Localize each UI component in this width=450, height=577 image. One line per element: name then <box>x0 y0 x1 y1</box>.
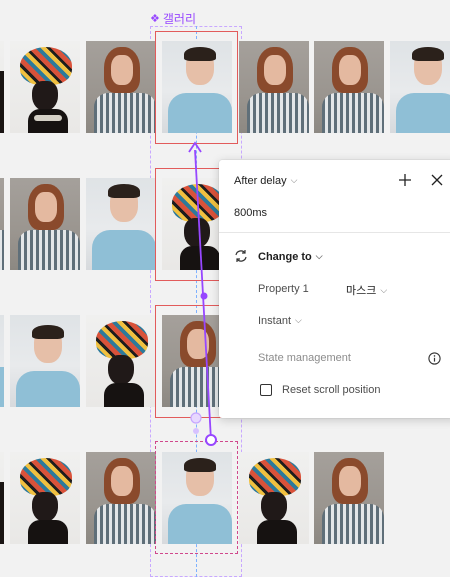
property-label: Property 1 <box>258 283 309 295</box>
close-panel-button[interactable] <box>428 171 446 189</box>
delay-input[interactable]: 800ms <box>234 207 267 219</box>
chevron-down-icon: ⌵ <box>295 315 302 325</box>
action-label: Change to <box>258 251 312 263</box>
property-value: 마스크 <box>346 285 377 297</box>
connection-handle <box>205 434 217 446</box>
chevron-down-icon: ⌵ <box>315 251 323 261</box>
plus-icon <box>399 174 411 186</box>
animation-dropdown[interactable]: Instant ⌵ <box>258 315 302 327</box>
info-icon <box>427 351 441 365</box>
swap-cycle-icon <box>235 250 247 262</box>
action-dropdown[interactable]: Change to ⌵ <box>258 251 323 263</box>
change-to-action-icon <box>232 247 250 265</box>
ghost-handle <box>190 412 202 424</box>
chevron-down-icon: ⌵ <box>380 285 388 295</box>
property-value-dropdown[interactable]: 마스크 ⌵ <box>346 282 387 298</box>
add-action-button[interactable] <box>396 171 414 189</box>
chevron-down-icon: ⌵ <box>290 175 298 185</box>
panel-divider <box>219 232 450 233</box>
ghost-handle-small <box>193 428 199 434</box>
close-icon <box>431 174 443 186</box>
trigger-dropdown[interactable]: After delay ⌵ <box>234 175 297 187</box>
reset-scroll-checkbox[interactable] <box>260 384 272 396</box>
state-management-label: State management <box>258 352 351 364</box>
animation-label: Instant <box>258 315 292 327</box>
interaction-panel: After delay ⌵ 800ms Change to ⌵ Property 1… <box>219 160 450 418</box>
connection-midpoint <box>200 292 208 300</box>
info-button[interactable] <box>425 349 443 367</box>
design-canvas[interactable]: ❖ 갤러리 After delay ⌵ 800ms Change to ⌵ Pr… <box>0 0 450 577</box>
reset-scroll-label: Reset scroll position <box>282 384 381 396</box>
trigger-label: After delay <box>234 175 287 187</box>
